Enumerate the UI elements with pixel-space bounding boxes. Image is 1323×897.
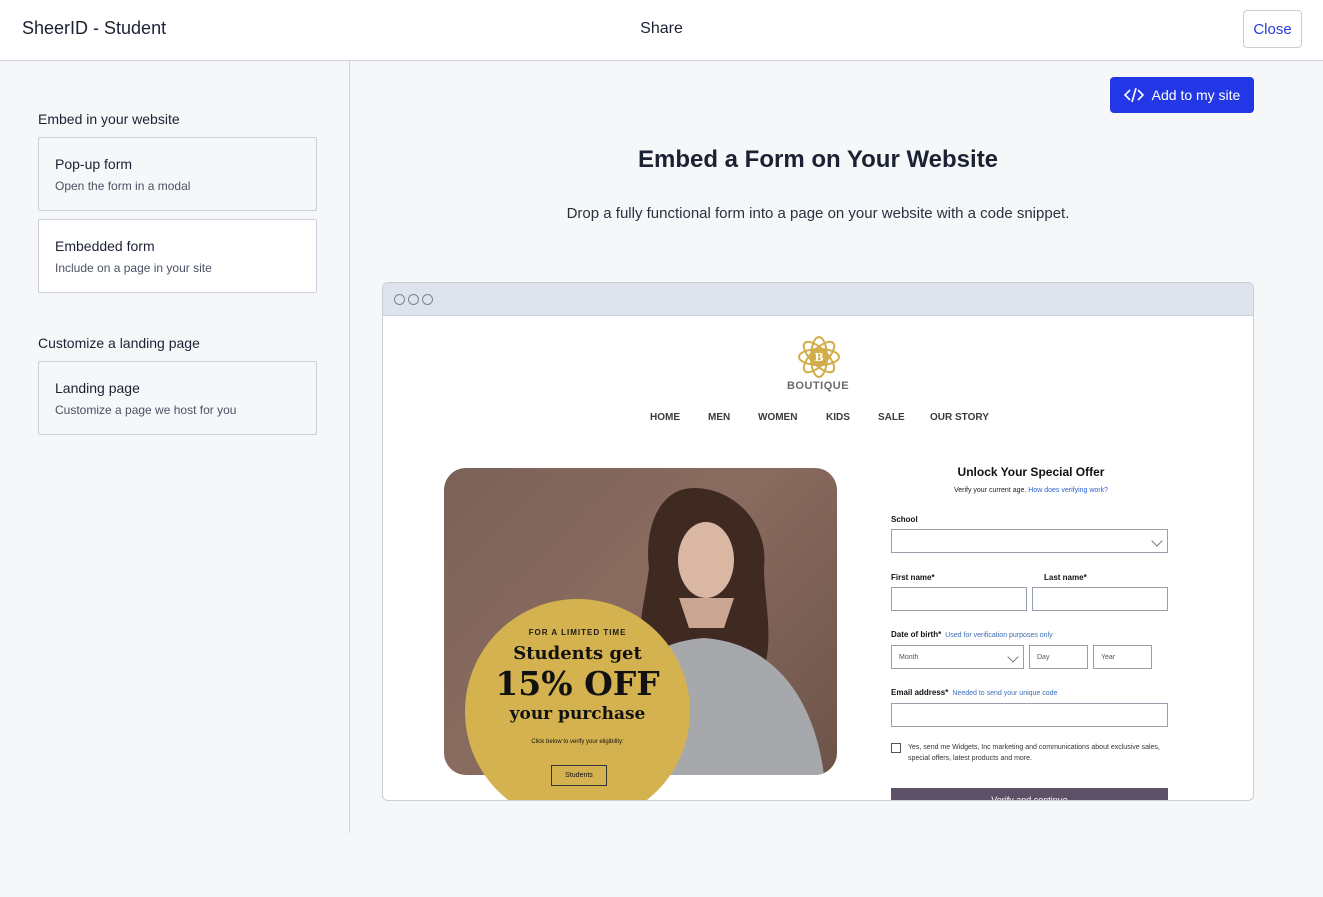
email-hint: Needed to send your unique code [952,690,1058,697]
option-title: Pop-up form [55,156,133,172]
window-dot-icon [408,294,419,305]
svg-text:B: B [814,351,823,364]
email-label-text: Email address* [891,688,949,697]
nav-sale: SALE [878,412,905,423]
dob-hint: Used for verification purposes only [945,632,1053,639]
section-heading-landing: Customize a landing page [38,335,200,351]
promo-kicker: FOR A LIMITED TIME [528,628,627,637]
section-heading-embed: Embed in your website [38,111,180,127]
year-field[interactable]: Year [1093,645,1152,669]
boutique-logo-icon: B [798,336,840,378]
window-dot-icon [394,294,405,305]
month-select[interactable]: Month [891,645,1024,669]
last-name-label: Last name* [1044,573,1087,582]
top-bar: SheerID - Student Share Close [0,0,1323,61]
form-subtitle: Verify your current age. How does verify… [891,487,1171,494]
form-title: Unlock Your Special Offer [957,465,1105,479]
email-label: Email address* Needed to send your unique… [891,688,1057,697]
browser-title-bar [383,283,1253,316]
option-embedded-form[interactable]: Embedded form Include on a page in your … [38,219,317,293]
school-select[interactable] [891,529,1168,553]
promo-line1: Students get [513,643,642,664]
option-title: Landing page [55,380,140,396]
chevron-down-icon [1151,535,1163,547]
nav-men: MEN [708,412,731,423]
consent-checkbox[interactable] [891,743,901,753]
close-button[interactable]: Close [1243,10,1302,48]
month-placeholder: Month [899,653,919,661]
nav-kids: KIDS [826,412,850,423]
promo-note: Click below to verify your eligibility: [531,739,624,745]
dob-label-text: Date of birth* [891,630,942,639]
option-popup-form[interactable]: Pop-up form Open the form in a modal [38,137,317,211]
add-to-my-site-button[interactable]: Add to my site [1110,77,1254,113]
email-field[interactable] [891,703,1168,727]
nav-our-story: OUR STORY [930,412,989,423]
first-name-label: First name* [891,573,935,582]
day-field[interactable]: Day [1029,645,1088,669]
school-label: School [891,515,918,524]
option-subtitle: Customize a page we host for you [55,403,237,417]
verify-button[interactable]: Verify and continue [891,788,1168,800]
page-title: Share [640,20,683,37]
add-button-label: Add to my site [1151,87,1241,103]
form-subtitle-text: Verify your current age. [953,487,1027,494]
consent-text: Yes, send me Widgets, Inc marketing and … [908,744,1160,762]
promo-students-button[interactable]: Students [551,765,607,786]
form-help-link[interactable]: How does verifying work? [1028,487,1108,494]
option-landing-page[interactable]: Landing page Customize a page we host fo… [38,361,317,435]
promo-line3: your purchase [509,704,646,724]
main-subtitle: Drop a fully functional form into a page… [566,205,1070,222]
option-subtitle: Open the form in a modal [55,179,191,193]
window-dot-icon [422,294,433,305]
code-icon [1123,87,1144,103]
first-name-field[interactable] [891,587,1027,611]
main-title: Embed a Form on Your Website [637,146,999,173]
dob-label: Date of birth* Used for verification purp… [891,630,1053,639]
nav-women: WOMEN [758,412,798,423]
promo-line2: 15% OFF [495,664,660,703]
option-subtitle: Include on a page in your site [55,261,212,275]
preview-browser-window: B BOUTIQUE HOME MEN WOMEN KIDS SALE OUR … [382,282,1254,801]
last-name-field[interactable] [1032,587,1168,611]
nav-home: HOME [650,412,680,423]
brand-name: BOUTIQUE [786,380,850,392]
option-title: Embedded form [55,238,155,254]
chevron-down-icon [1007,651,1019,663]
